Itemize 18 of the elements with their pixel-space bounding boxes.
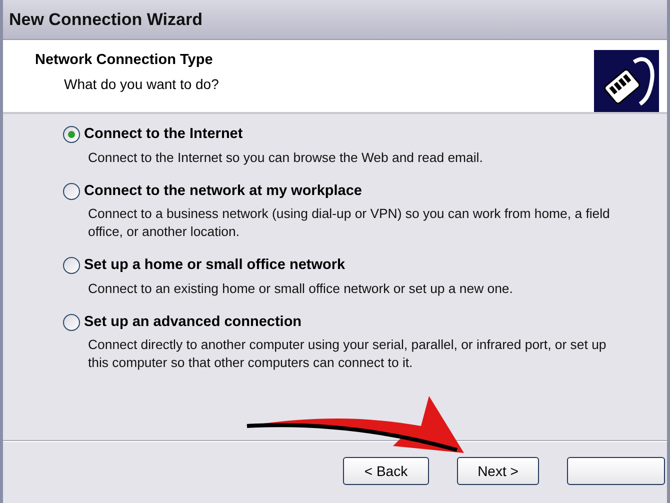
back-button[interactable]: < Back <box>343 457 429 485</box>
option-description: Connect to an existing home or small office network or set up a new one. <box>87 280 514 298</box>
radio-button[interactable] <box>63 257 80 274</box>
option-description: Connect to the Internet so you can browse the Web and read email. <box>87 148 484 167</box>
option-label[interactable]: Set up a home or small office network <box>84 254 346 277</box>
option-label[interactable]: Connect to the Internet <box>84 124 243 146</box>
radio-button[interactable] <box>63 182 80 200</box>
option-description: Connect directly to another computer using your serial, parallel, or infrared port, or set up this computer so that other computers can connect to it. <box>87 336 608 372</box>
option-label[interactable]: Connect to the network at my workplace <box>84 180 362 202</box>
next-button[interactable]: Next > <box>457 457 539 485</box>
radio-button[interactable] <box>63 314 80 331</box>
window-title: New Connection Wizard <box>3 0 667 40</box>
dialog-button[interactable] <box>567 457 665 485</box>
option-label[interactable]: Set up an advanced connection <box>84 312 302 334</box>
option-description: Connect to a business network (using dial-up or VPN) so you can work from home, a field office, or another location. <box>87 205 611 241</box>
radio-button[interactable] <box>63 126 80 144</box>
header-title: Network Connection Type <box>35 51 214 70</box>
header-subtitle: What do you want to do? <box>63 74 219 94</box>
